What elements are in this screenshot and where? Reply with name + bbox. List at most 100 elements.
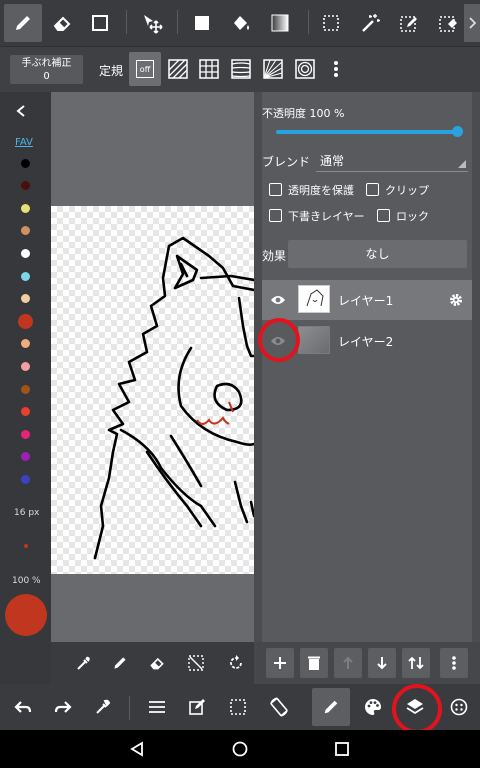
color-swatch[interactable] [20, 226, 30, 236]
screen-rotation-icon [270, 697, 288, 717]
ruler-label: 定規 [99, 64, 124, 78]
grid-ruler-icon [199, 59, 219, 79]
ruler-more-button[interactable] [324, 52, 348, 86]
blend-mode-value: 通常 [320, 154, 345, 168]
swap-layer-button[interactable] [402, 648, 430, 678]
layer-settings-button[interactable] [444, 288, 468, 312]
color-swatch[interactable] [20, 339, 30, 349]
select-pen-button[interactable] [391, 4, 427, 42]
gear-icon [450, 294, 462, 306]
magic-wand-button[interactable] [352, 4, 388, 42]
color-swatch[interactable] [20, 361, 30, 371]
select-rect-button[interactable] [313, 4, 349, 42]
layer-thumb-drawing [306, 289, 324, 307]
canvas-area[interactable] [51, 92, 254, 642]
stabilizer-button[interactable]: 手ぶれ補正 0 [10, 55, 83, 84]
drawing-canvas[interactable] [51, 206, 254, 574]
move-layer-down-button[interactable] [368, 648, 396, 678]
color-swatch[interactable] [20, 248, 30, 258]
eraser-icon [150, 657, 164, 670]
eyedropper-icon [77, 656, 90, 670]
color-swatch[interactable] [20, 474, 30, 484]
top-toolbar [0, 0, 480, 46]
nav-back-button[interactable] [122, 734, 152, 764]
gradient-icon [271, 14, 289, 32]
color-swatch[interactable] [20, 203, 30, 213]
select-pen-icon [400, 16, 417, 32]
color-swatch[interactable] [20, 181, 30, 191]
color-swatch[interactable] [20, 271, 30, 281]
fav-tab[interactable]: FAV [15, 137, 33, 148]
protect-alpha-label: 透明度を保護 [288, 184, 354, 197]
palette-collapse-button[interactable] [8, 98, 34, 124]
ruler-off-button[interactable]: off [129, 52, 161, 86]
lock-label: ロック [396, 210, 429, 223]
redo-button[interactable] [46, 690, 80, 724]
color-swatch[interactable] [20, 407, 30, 417]
eraser-icon [53, 16, 71, 31]
ruler-parallel-button[interactable] [163, 52, 193, 86]
color-swatch[interactable] [20, 158, 30, 168]
edit-button[interactable] [180, 690, 214, 724]
brush-panel-button[interactable] [312, 688, 350, 726]
layer-opacity-slider[interactable] [276, 130, 459, 134]
layer-visibility-toggle[interactable] [266, 288, 290, 312]
layer-panel-body [262, 92, 472, 642]
brush-size-dot[interactable] [24, 544, 28, 548]
highlight-circle [258, 318, 300, 362]
move-tool-button[interactable] [134, 4, 170, 42]
dropdown-triangle-icon [458, 160, 466, 168]
color-swatch[interactable] [20, 429, 30, 439]
move-layer-up-button[interactable] [334, 648, 362, 678]
gradient-tool-button[interactable] [262, 4, 298, 42]
clip-checkbox[interactable] [366, 183, 379, 196]
color-swatch[interactable] [20, 384, 30, 394]
pen-icon [16, 16, 30, 30]
select-rect-icon [230, 699, 246, 715]
draft-layer-checkbox[interactable] [269, 209, 282, 222]
eyedropper-button[interactable] [69, 648, 99, 678]
nav-recents-button[interactable] [327, 734, 357, 764]
select-eraser-button[interactable] [430, 4, 466, 42]
shape-tool-button[interactable] [82, 4, 118, 42]
blend-mode-select[interactable]: 通常 [316, 150, 468, 172]
rotate-canvas-button[interactable] [221, 648, 251, 678]
layer-more-button[interactable] [440, 648, 468, 678]
material-panel-button[interactable] [442, 690, 476, 724]
undo-button[interactable] [6, 690, 40, 724]
effect-select-button[interactable]: なし [288, 240, 467, 268]
nav-home-button[interactable] [225, 734, 255, 764]
deselect-icon [188, 655, 204, 671]
bucket-tool-button[interactable] [223, 4, 259, 42]
toolbar-scroll-button[interactable] [464, 4, 480, 42]
current-color-swatch[interactable] [5, 594, 47, 636]
opacity-slider-thumb[interactable] [452, 126, 463, 137]
ruler-lines-button[interactable] [226, 52, 256, 86]
bottom-toolbar [0, 684, 480, 734]
color-swatch[interactable] [20, 294, 30, 304]
select-rect-icon [323, 15, 339, 31]
lock-checkbox[interactable] [377, 209, 390, 222]
menu-button[interactable] [140, 690, 174, 724]
rotate-screen-button[interactable] [262, 690, 296, 724]
quick-eraser-button[interactable] [142, 648, 172, 678]
color-swatch[interactable] [17, 313, 33, 329]
bucket-icon [234, 16, 249, 30]
ruler-perspective-button[interactable] [258, 52, 288, 86]
ruler-grid-button[interactable] [194, 52, 224, 86]
delete-layer-button[interactable] [300, 648, 328, 678]
color-panel-button[interactable] [356, 690, 390, 724]
chevron-left-icon [16, 105, 25, 117]
pen-tool-button[interactable] [4, 4, 42, 42]
color-swatch[interactable] [20, 452, 30, 462]
protect-alpha-checkbox[interactable] [269, 183, 282, 196]
quick-pen-button[interactable] [105, 648, 135, 678]
magic-wand-icon [362, 14, 380, 32]
add-layer-button[interactable] [266, 648, 294, 678]
selection-button[interactable] [221, 690, 255, 724]
eyedropper-button[interactable] [86, 690, 120, 724]
fill-color-button[interactable] [184, 4, 220, 42]
clear-selection-button[interactable] [181, 648, 211, 678]
eraser-tool-button[interactable] [44, 4, 80, 42]
ruler-concentric-button[interactable] [290, 52, 320, 86]
